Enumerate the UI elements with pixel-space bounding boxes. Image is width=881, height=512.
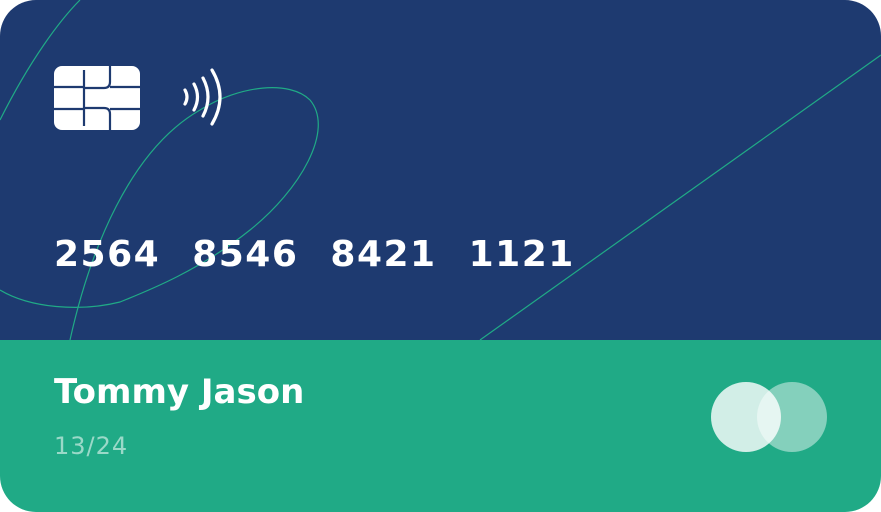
card-number: 2564 8546 8421 1121 [54,234,575,275]
decorative-lines [0,0,881,340]
brand-circle-right [757,382,827,452]
card-number-group: 2564 [54,234,161,275]
card-holder-name: Tommy Jason [54,372,305,412]
credit-card: 2564 8546 8421 1121 Tommy Jason 13/24 [0,0,881,512]
card-expiry: 13/24 [54,432,129,460]
card-number-group: 8421 [330,234,437,275]
card-brand-logo [710,382,828,454]
card-number-group: 1121 [468,234,575,275]
contactless-icon [180,66,230,128]
card-number-group: 8546 [192,234,299,275]
chip-icon [54,66,140,130]
